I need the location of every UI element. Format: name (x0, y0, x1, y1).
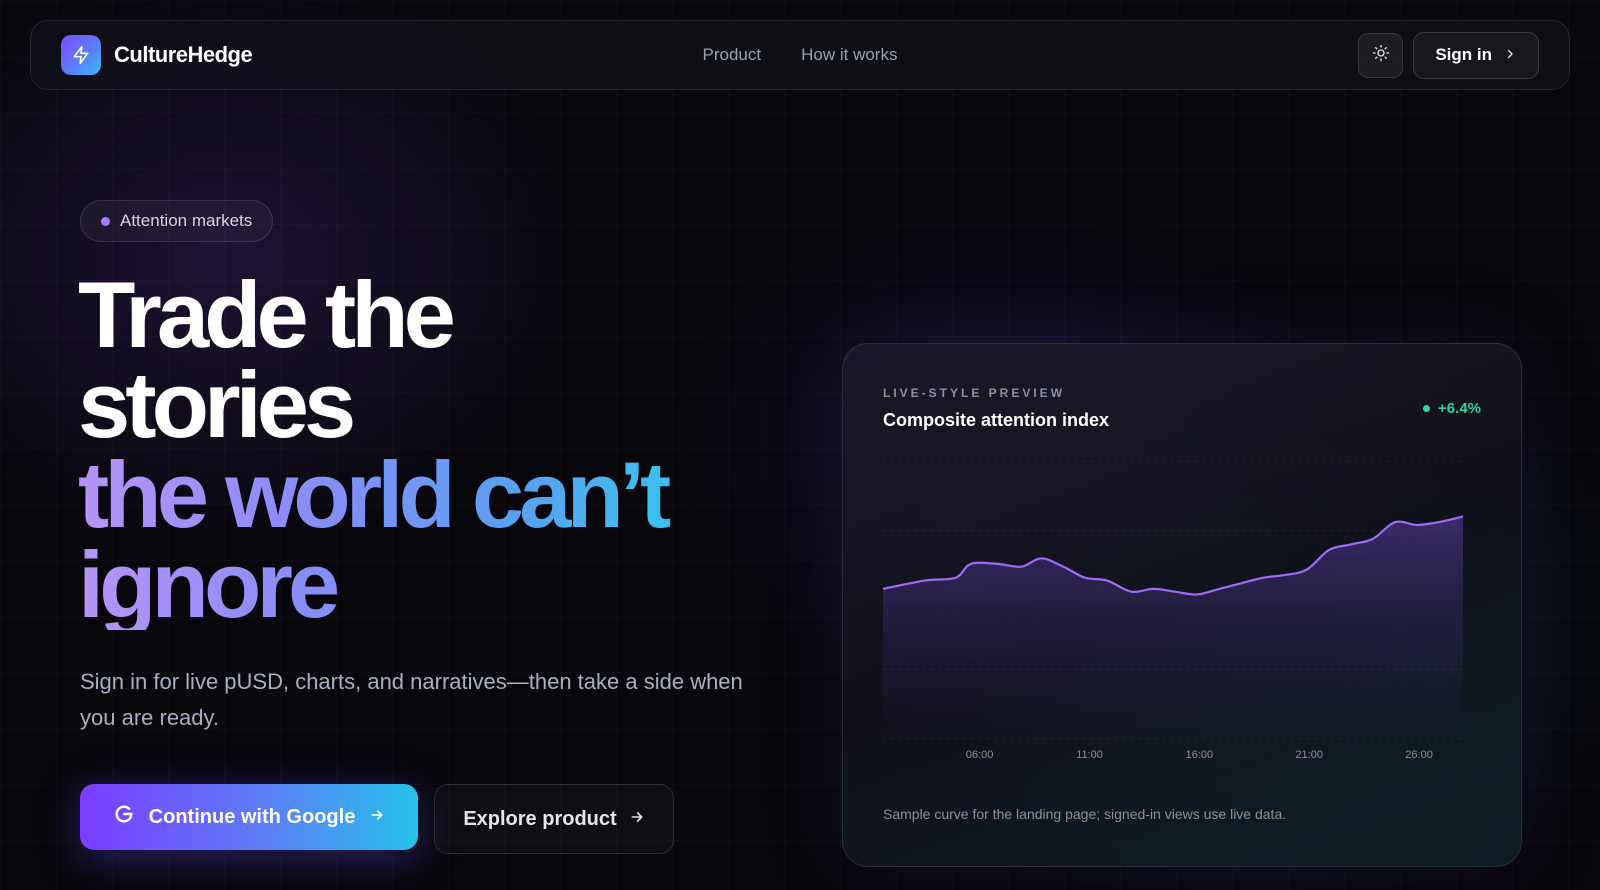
headline-line-2: stories (78, 352, 356, 457)
x-tick-label: 06:00 (966, 749, 994, 761)
explore-button-label: Explore product (463, 807, 617, 830)
nav-link-how-it-works[interactable]: How it works (801, 45, 897, 65)
google-button-label: Continue with Google (148, 805, 356, 828)
headline-line-3: the world can’t (78, 448, 798, 542)
category-badge: Attention markets (80, 200, 274, 242)
nav-actions: Sign in (1358, 31, 1539, 79)
nav-links: Product How it works (703, 45, 898, 65)
preview-card: LIVE-STYLE PREVIEW Composite attention i… (842, 343, 1522, 867)
lightning-icon (61, 35, 101, 75)
x-tick-label: 11:00 (1076, 749, 1103, 761)
brand-name: CultureHedge (114, 42, 253, 67)
preview-footnote: Sample curve for the landing page; signe… (883, 806, 1287, 822)
arrow-right-icon (629, 808, 645, 831)
x-tick-label: 26:00 (1405, 749, 1433, 761)
headline-line-4: ignore (78, 538, 798, 632)
sun-icon (1372, 44, 1390, 67)
hero-headline: Trade the stories the world can’t ignore (78, 262, 798, 632)
x-tick-label: 16:00 (1186, 749, 1214, 761)
explore-product-button[interactable]: Explore product (434, 784, 674, 854)
chevron-right-icon (1504, 45, 1516, 65)
badge-dot-icon (101, 216, 110, 226)
nav-link-product[interactable]: Product (703, 45, 762, 65)
top-nav: CultureHedge Product How it works Sign i… (30, 20, 1570, 90)
x-tick-label: 21:00 (1295, 749, 1323, 761)
hero-subtitle: Sign in for live pUSD, charts, and narra… (80, 669, 743, 730)
google-icon (113, 803, 135, 831)
theme-toggle-button[interactable] (1358, 32, 1404, 78)
sign-in-label: Sign in (1435, 45, 1492, 64)
continue-with-google-button[interactable]: Continue with Google (80, 784, 418, 850)
brand[interactable]: CultureHedge (61, 35, 253, 75)
sign-in-button[interactable]: Sign in (1413, 31, 1539, 79)
headline-line-1: Trade the (78, 262, 456, 367)
series-area (883, 516, 1463, 739)
badge-label: Attention markets (120, 211, 253, 230)
arrow-right-icon (369, 806, 385, 829)
attention-chart: 06:00 11:00 16:00 21:00 26:00 (882, 460, 1464, 761)
